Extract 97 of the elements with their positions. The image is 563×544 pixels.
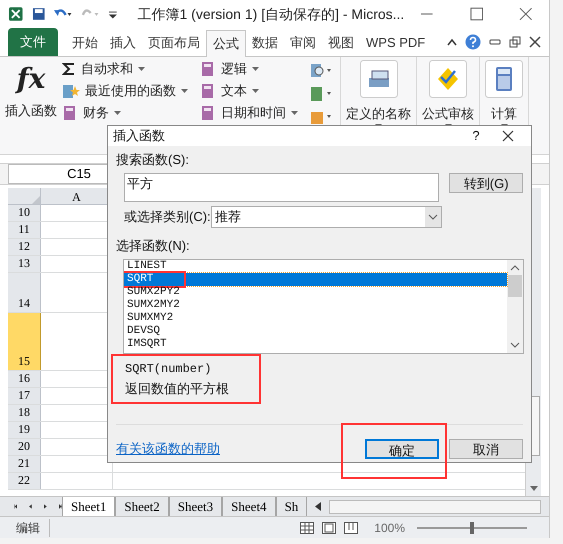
scroll-up-icon[interactable] (510, 264, 520, 272)
caret-icon (291, 111, 298, 115)
category-label: 或选择类别(C): (124, 208, 211, 226)
next-sheet-icon[interactable] (44, 502, 47, 511)
file-tab[interactable]: 文件 (8, 28, 58, 56)
ribbon-tab[interactable]: 审阅 (284, 30, 322, 56)
previous-sheet-icon[interactable] (29, 502, 32, 511)
ribbon-tab[interactable]: 开始 (66, 30, 104, 56)
page-break-icon[interactable] (344, 522, 358, 534)
scroll-down-icon[interactable] (528, 484, 538, 492)
ribbon-tab[interactable]: 页面布局 (142, 30, 206, 56)
go-button[interactable]: 转到(G) (449, 173, 523, 193)
close-icon[interactable] (502, 130, 514, 142)
last-sheet-icon[interactable] (58, 502, 62, 511)
first-sheet-icon[interactable] (14, 502, 18, 511)
function-category-button[interactable]: 文本 (200, 80, 298, 102)
collapse-ribbon-icon[interactable] (447, 38, 457, 46)
row-header[interactable]: 14 (8, 273, 41, 312)
minimize-icon[interactable] (489, 38, 501, 46)
function-list-item[interactable]: SQRT (124, 272, 507, 286)
excel-logo-icon (8, 6, 24, 22)
maximize-icon[interactable] (470, 7, 484, 21)
function-signature: SQRT(number) (125, 360, 212, 378)
horizontal-scrollbar[interactable] (329, 500, 541, 514)
ribbon-tab[interactable]: 公式 (206, 30, 246, 57)
book-icon (200, 61, 216, 77)
row-header[interactable]: 11 (8, 222, 41, 238)
row-header[interactable]: 19 (8, 422, 41, 438)
insert-function-button[interactable]: fx 插入函数 (0, 57, 62, 154)
caret-icon (181, 89, 188, 93)
window-title: 工作簿1 (version 1) [自动保存的] - Micros... (138, 4, 404, 24)
save-icon[interactable] (32, 7, 46, 21)
help-icon[interactable] (465, 34, 481, 50)
dialog-title: 插入函数 (113, 127, 166, 145)
row-header[interactable]: 21 (8, 456, 41, 472)
function-list-label: 选择函数(N): (116, 237, 191, 255)
close-icon[interactable] (519, 7, 533, 21)
scroll-left-icon[interactable] (315, 502, 322, 511)
function-list-item[interactable]: SUMXMY2 (124, 312, 507, 324)
function-category-button[interactable]: 自动求和 (62, 58, 188, 80)
book-icon (200, 83, 216, 99)
close-icon[interactable] (529, 36, 541, 48)
function-list-item[interactable]: SUMX2MY2 (124, 298, 507, 312)
restore-icon[interactable] (509, 36, 521, 48)
ribbon-tab[interactable]: 数据 (246, 30, 284, 56)
row-header[interactable]: 12 (8, 239, 41, 255)
row-header[interactable]: 16 (8, 371, 41, 387)
caret-icon (252, 67, 259, 71)
status-mode: 编辑 (0, 518, 50, 536)
ok-button[interactable]: 确定 (365, 438, 439, 458)
page-layout-icon[interactable] (322, 522, 336, 534)
sheet-tab[interactable]: Sh (276, 497, 308, 516)
row-header[interactable]: 20 (8, 439, 41, 455)
row-header[interactable]: 10 (8, 205, 41, 221)
warning-check-icon (429, 60, 467, 98)
row-header[interactable]: 22 (8, 473, 41, 489)
row-header[interactable]: 15 (8, 313, 41, 370)
zoom-level: 100% (374, 520, 405, 536)
scrollbar-thumb[interactable] (508, 274, 522, 296)
cancel-button[interactable]: 取消 (449, 438, 523, 458)
sheet-tab[interactable]: Sheet1 (62, 497, 116, 516)
function-list-item[interactable]: SUMX2PY2 (124, 286, 507, 298)
function-category-button[interactable]: 财务 (62, 102, 188, 124)
function-list-item[interactable]: DEVSQ (124, 324, 507, 338)
search-field[interactable]: 平方 (124, 173, 440, 202)
function-list[interactable]: LINEST SQRT SUMX2PY2 SUMX2MY2 SUMXMY2 DEVSQ IMSQRT (123, 258, 524, 354)
sheet-tab[interactable]: Sheet2 (115, 497, 169, 516)
scroll-down-icon[interactable] (510, 340, 520, 348)
function-category-button[interactable]: 日期和时间 (200, 102, 298, 124)
category-dropdown[interactable]: 推荐 (211, 206, 442, 228)
normal-view-icon[interactable] (300, 522, 314, 534)
row-header[interactable]: 13 (8, 256, 41, 272)
row-header[interactable]: 17 (8, 388, 41, 404)
calculator-icon (485, 60, 523, 98)
book-star-icon (62, 83, 80, 99)
sheet-tab[interactable]: Sheet4 (222, 497, 276, 516)
function-list-item[interactable]: IMSQRT (124, 338, 507, 350)
help-link[interactable]: 有关该函数的帮助 (116, 438, 220, 458)
ribbon-tab[interactable]: 插入 (104, 30, 142, 56)
book-icon (200, 105, 216, 121)
function-category-button[interactable]: 最近使用的函数 (62, 80, 188, 102)
sheet-tab[interactable]: Sheet3 (168, 497, 222, 516)
caret-icon (114, 111, 121, 115)
name-manager-icon (360, 60, 398, 98)
ribbon-tab[interactable]: 视图 (322, 30, 360, 56)
row-header[interactable]: 18 (8, 405, 41, 421)
sigma-icon (62, 62, 76, 76)
function-category-button[interactable]: 逻辑 (200, 58, 298, 80)
lookup-icon[interactable] (310, 63, 332, 79)
book-icon (62, 105, 78, 121)
caret-icon (252, 89, 259, 93)
math-icon[interactable] (310, 86, 332, 102)
caret-icon (138, 67, 145, 71)
function-description: 返回数值的平方根 (125, 380, 230, 398)
ribbon-tab[interactable]: WPS PDF (360, 30, 432, 56)
zoom-slider-thumb[interactable] (470, 522, 474, 534)
function-list-item[interactable]: LINEST (124, 260, 507, 272)
